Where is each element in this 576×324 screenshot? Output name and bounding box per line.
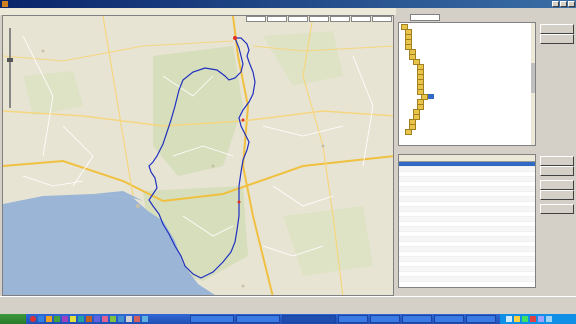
- quicklaunch-icon[interactable]: [38, 316, 44, 322]
- taskbar-task[interactable]: [370, 315, 400, 323]
- quicklaunch-icon[interactable]: [102, 316, 108, 322]
- route-table[interactable]: [398, 154, 536, 288]
- quicklaunch-icon[interactable]: [118, 316, 124, 322]
- quicklaunch-icon[interactable]: [86, 316, 92, 322]
- zoom-track[interactable]: [9, 28, 11, 108]
- tray-icon[interactable]: [514, 316, 520, 322]
- title-bar[interactable]: [0, 0, 576, 8]
- side-button[interactable]: [540, 190, 574, 200]
- tray-icon[interactable]: [538, 316, 544, 322]
- tree-search-input[interactable]: [410, 14, 440, 21]
- map-type-button[interactable]: [309, 16, 329, 22]
- quicklaunch-icon[interactable]: [30, 316, 36, 322]
- quicklaunch-icon[interactable]: [54, 316, 60, 322]
- quicklaunch-icon[interactable]: [134, 316, 140, 322]
- quicklaunch-icon[interactable]: [94, 316, 100, 322]
- quicklaunch-icon[interactable]: [110, 316, 116, 322]
- tree-item[interactable]: [405, 129, 414, 135]
- taskbar-task[interactable]: [434, 315, 464, 323]
- taskbar-task-active[interactable]: [282, 315, 336, 323]
- quicklaunch-icon[interactable]: [78, 316, 84, 322]
- folder-tree[interactable]: [398, 22, 536, 146]
- quicklaunch-icon[interactable]: [46, 316, 52, 322]
- zoom-slider[interactable]: [7, 28, 13, 108]
- map-type-toolbar: [246, 16, 392, 22]
- map-view[interactable]: [2, 15, 394, 296]
- taskbar-task[interactable]: [236, 315, 280, 323]
- folder-icon: [405, 129, 412, 135]
- quicklaunch-icon[interactable]: [142, 316, 148, 322]
- tray-icon[interactable]: [506, 316, 512, 322]
- side-button[interactable]: [540, 166, 574, 176]
- minimize-button[interactable]: [552, 1, 559, 7]
- quicklaunch-icon[interactable]: [70, 316, 76, 322]
- table-row[interactable]: [399, 277, 535, 282]
- side-button[interactable]: [540, 24, 574, 34]
- side-button[interactable]: [540, 180, 574, 190]
- tree-scrollbar[interactable]: [531, 23, 535, 145]
- map-canvas[interactable]: [3, 16, 394, 296]
- taskbar-task[interactable]: [190, 315, 234, 323]
- side-button[interactable]: [540, 204, 574, 214]
- taskbar-task[interactable]: [466, 315, 496, 323]
- app-icon: [2, 1, 8, 7]
- maximize-button[interactable]: [560, 1, 567, 7]
- table-header: [399, 155, 535, 162]
- taskbar-task[interactable]: [402, 315, 432, 323]
- tray-icon[interactable]: [546, 316, 552, 322]
- map-type-button[interactable]: [246, 16, 266, 22]
- map-type-button[interactable]: [330, 16, 350, 22]
- quicklaunch-icon[interactable]: [62, 316, 68, 322]
- status-bar: [0, 296, 576, 314]
- side-button[interactable]: [540, 34, 574, 44]
- taskbar-clock: [556, 314, 576, 324]
- close-button[interactable]: [568, 1, 575, 7]
- map-type-button[interactable]: [288, 16, 308, 22]
- map-type-button[interactable]: [351, 16, 371, 22]
- side-button[interactable]: [540, 156, 574, 166]
- taskbar-task[interactable]: [338, 315, 368, 323]
- tree-scroll-thumb[interactable]: [531, 63, 535, 93]
- quicklaunch-icon[interactable]: [126, 316, 132, 322]
- tray-icon[interactable]: [530, 316, 536, 322]
- tray-icon[interactable]: [522, 316, 528, 322]
- start-button[interactable]: [0, 314, 26, 324]
- map-type-button[interactable]: [267, 16, 287, 22]
- map-type-button[interactable]: [372, 16, 392, 22]
- zoom-handle[interactable]: [7, 58, 13, 62]
